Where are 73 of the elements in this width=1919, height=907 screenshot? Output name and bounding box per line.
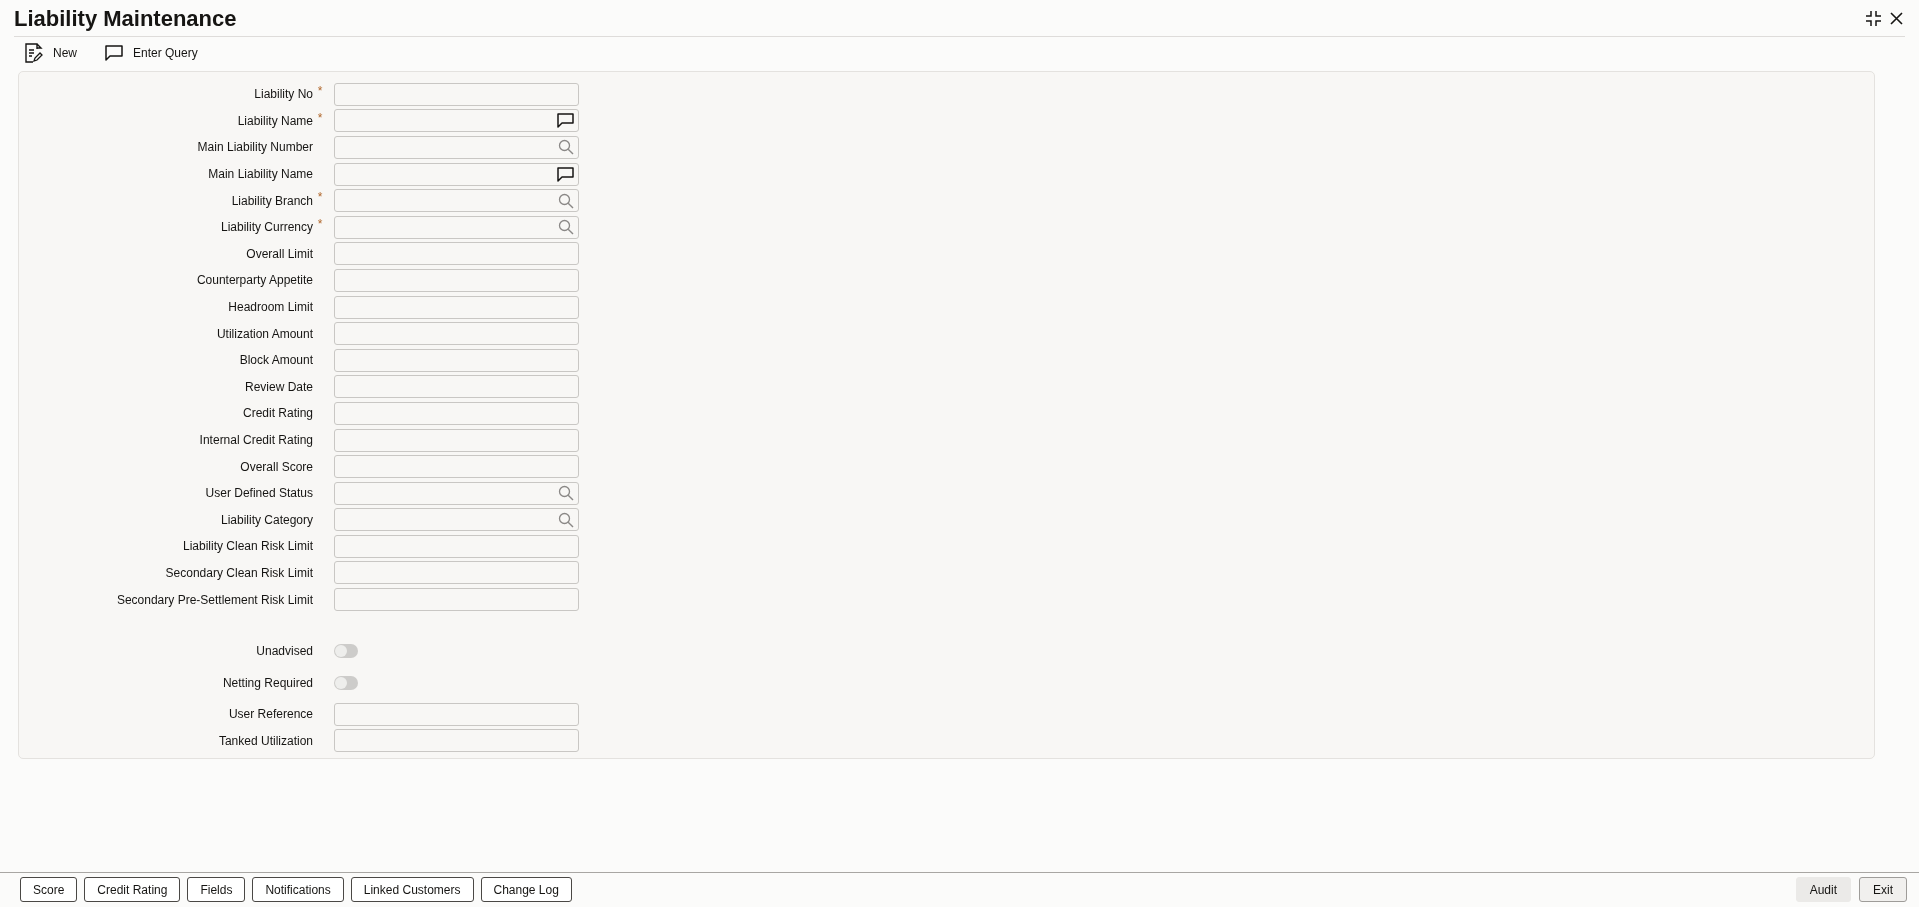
footer-button[interactable]: Notifications [252,877,344,902]
search-icon[interactable] [558,485,574,502]
field-label: Internal Credit Rating [199,433,313,447]
collapse-icon[interactable] [1866,10,1881,26]
lookup-field[interactable] [334,481,579,505]
field-label: Liability No [254,87,313,102]
toggle-switch[interactable] [334,643,358,658]
required-marker: * [317,190,323,205]
input-field[interactable] [334,428,579,452]
input-field[interactable] [334,534,579,558]
input-field[interactable] [334,268,579,292]
lookup-field[interactable] [334,136,579,159]
enter-query-button[interactable]: Enter Query [102,43,201,63]
lookup-field[interactable] [334,508,579,532]
new-button[interactable]: New [22,41,80,65]
input-field[interactable] [334,455,579,479]
footer-button[interactable]: Score [20,877,78,902]
input-field[interactable] [334,729,579,753]
field-label: User Reference [228,707,313,722]
field-label: Unadvised [256,643,313,658]
field-label: Headroom Limit [228,300,313,315]
footer-button[interactable]: Linked Customers [350,877,474,902]
lookup-field[interactable] [334,215,579,239]
footer-button[interactable]: Change Log [480,877,572,902]
search-icon[interactable] [558,192,574,209]
field-label: Credit Rating [242,406,313,421]
input-field[interactable] [334,401,579,425]
required-marker: * [317,110,323,125]
input-field[interactable] [334,82,579,106]
input-field[interactable] [334,109,579,133]
field-label: Main Liability Name [208,167,313,182]
required-marker: * [317,84,323,98]
footer-button[interactable]: Credit Rating [84,877,181,902]
action-button[interactable]: Exit [1859,877,1907,902]
field-label: Tanked Utilization [218,733,313,748]
chat-icon[interactable] [557,166,574,182]
input-field[interactable] [334,588,579,612]
field-label: Review Date [244,379,313,394]
document-edit-icon [25,43,43,63]
field-label: Liability Category [220,512,313,527]
field-label: Utilization Amount [216,326,313,341]
window-title: Liability Maintenance [14,5,238,32]
field-label: Main Liability Number [197,140,313,155]
close-icon[interactable] [1890,11,1903,25]
field-label: Overall Score [240,459,313,474]
input-field[interactable] [334,702,579,726]
input-field[interactable] [334,162,579,186]
field-label: Liability Name [237,113,313,128]
field-label: Secondary Pre-Settlement Risk Limit [116,592,313,607]
field-label: Netting Required [222,675,313,690]
field-label: Liability Branch [231,193,313,208]
lookup-field[interactable] [334,189,579,213]
footer-button[interactable]: Fields [187,877,246,902]
field-label: Secondary Clean Risk Limit [165,566,313,580]
field-label: Liability Clean Risk Limit [182,539,313,554]
chat-icon[interactable] [557,113,574,129]
chat-icon [105,45,123,61]
required-marker: * [317,216,323,231]
search-icon[interactable] [558,511,574,528]
input-field[interactable] [334,561,579,585]
input-field[interactable] [334,295,579,319]
field-label: Overall Limit [246,246,313,261]
input-field[interactable] [334,322,579,346]
field-label: User Defined Status [205,486,313,501]
input-field[interactable] [334,375,579,399]
toggle-switch[interactable] [334,675,358,690]
field-label: Liability Currency [220,220,313,235]
search-icon[interactable] [558,219,574,236]
input-field[interactable] [334,348,579,372]
field-label: Block Amount [239,353,313,368]
input-field[interactable] [334,242,579,266]
field-label: Counterparty Appetite [196,273,313,288]
search-icon[interactable] [558,139,574,156]
